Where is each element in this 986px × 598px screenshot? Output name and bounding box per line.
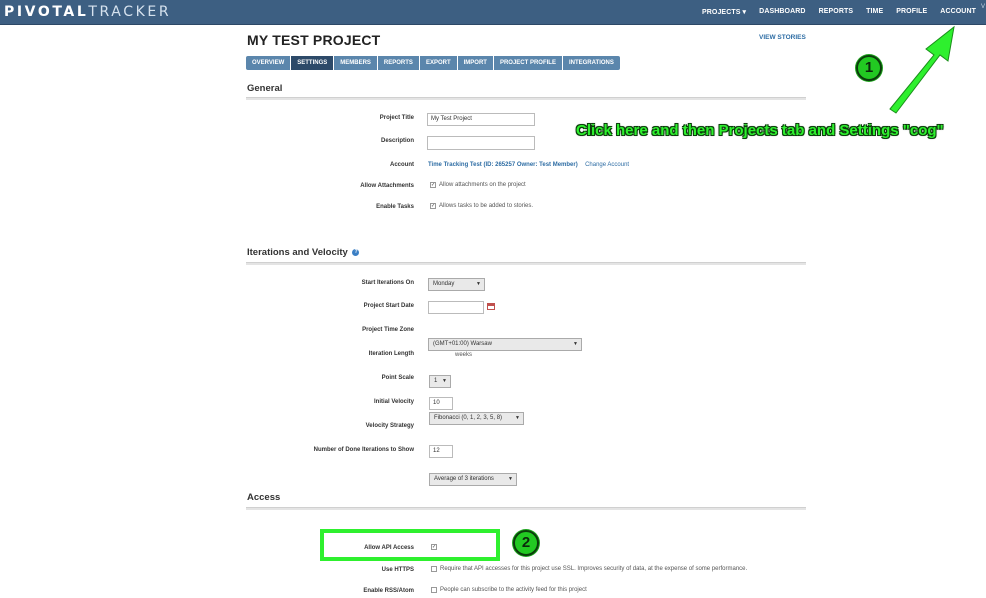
chevron-down-icon: ▼ xyxy=(442,378,447,384)
enable-tasks-text: Allows tasks to be added to stories. xyxy=(439,203,534,209)
velocity-strategy-label: Velocity Strategy xyxy=(365,423,414,429)
top-nav: PROJECTS ▾ DASHBOARD REPORTS TIME PROFIL… xyxy=(702,8,976,16)
use-https-label: Use HTTPS xyxy=(381,567,414,573)
point-scale-value: Fibonacci (0, 1, 2, 3, 5, 8) xyxy=(434,415,503,421)
iteration-length-unit: weeks xyxy=(455,352,473,358)
nav-projects[interactable]: PROJECTS ▾ xyxy=(702,8,746,16)
start-iterations-select[interactable]: Monday ▼ xyxy=(428,278,485,291)
initial-velocity-label: Initial Velocity xyxy=(373,399,414,405)
question-icon[interactable]: ? xyxy=(352,248,360,256)
change-account-link[interactable]: Change Account xyxy=(585,162,629,168)
allow-attachments-text: Allow attachments on the project xyxy=(439,182,526,188)
tab-integrations[interactable]: INTEGRATIONS xyxy=(562,56,620,70)
velocity-strategy-select[interactable]: Average of 3 iterations ▼ xyxy=(429,473,517,486)
point-scale-select[interactable]: Fibonacci (0, 1, 2, 3, 5, 8) ▼ xyxy=(429,412,524,425)
logo[interactable]: PIVOTALTRACKER xyxy=(4,4,171,20)
section-title-access: Access xyxy=(247,492,281,503)
use-https-row: Require that API accesses for this proje… xyxy=(431,566,747,572)
initial-velocity-input[interactable]: 10 xyxy=(429,397,453,410)
annotation-arrow xyxy=(889,25,955,114)
account-label: Account xyxy=(390,162,414,168)
enable-rss-checkbox[interactable] xyxy=(431,587,437,593)
use-https-checkbox[interactable] xyxy=(431,566,437,572)
page-title: MY TEST PROJECT xyxy=(247,32,381,48)
tab-import[interactable]: IMPORT xyxy=(457,56,494,70)
nav-reports[interactable]: REPORTS xyxy=(819,8,854,16)
done-iterations-input[interactable]: 12 xyxy=(429,445,453,458)
allow-attachments-label: Allow Attachments xyxy=(360,183,414,189)
enable-tasks-checkbox[interactable]: ✓ xyxy=(430,203,436,209)
time-zone-value: (GMT+01:00) Warsaw xyxy=(433,341,492,347)
enable-tasks-row: ✓ Allows tasks to be added to stories. xyxy=(430,203,533,209)
section-divider xyxy=(246,262,806,265)
iteration-length-select[interactable]: 1 ▼ xyxy=(429,375,451,388)
nav-time[interactable]: TIME xyxy=(866,8,883,16)
nav-account[interactable]: ACCOUNT xyxy=(940,8,976,16)
iteration-length-label: Iteration Length xyxy=(368,351,414,357)
top-bar: PIVOTALTRACKER PROJECTS ▾ DASHBOARD REPO… xyxy=(0,0,986,25)
time-zone-label: Project Time Zone xyxy=(362,327,414,333)
project-tabs: OVERVIEW SETTINGS MEMBERS REPORTS EXPORT… xyxy=(246,56,620,70)
view-stories-link[interactable]: VIEW STORIES xyxy=(759,34,806,41)
chevron-down-icon: ▼ xyxy=(508,476,513,482)
point-scale-label: Point Scale xyxy=(381,375,414,381)
section-title-general: General xyxy=(247,83,283,94)
done-iterations-label: Number of Done Iterations to Show xyxy=(313,447,414,453)
tab-reports[interactable]: REPORTS xyxy=(377,56,420,70)
start-date-label: Project Start Date xyxy=(363,303,414,309)
tab-settings[interactable]: SETTINGS xyxy=(291,56,335,70)
section-title-iterations: Iterations and Velocity ? xyxy=(247,247,360,258)
tab-project-profile[interactable]: PROJECT PROFILE xyxy=(493,56,563,70)
annotation-instruction: Click here and then Projects tab and Set… xyxy=(576,122,944,139)
nav-dashboard[interactable]: DASHBOARD xyxy=(759,8,805,16)
chevron-down-icon: ▼ xyxy=(476,281,481,287)
chevron-down-icon: ▼ xyxy=(515,415,520,421)
project-title-input[interactable]: My Test Project xyxy=(427,113,535,126)
enable-tasks-label: Enable Tasks xyxy=(376,204,414,210)
nav-profile[interactable]: PROFILE xyxy=(896,8,927,16)
tab-export[interactable]: EXPORT xyxy=(419,56,458,70)
logo-part-2: TRACKER xyxy=(88,4,172,20)
logo-part-1: PIVOTAL xyxy=(4,4,89,20)
start-iterations-label: Start Iterations On xyxy=(361,280,414,286)
velocity-strategy-value: Average of 3 iterations xyxy=(434,476,494,482)
annotation-arrow-shape xyxy=(889,25,955,114)
enable-rss-text: People can subscribe to the activity fee… xyxy=(440,587,587,593)
iteration-length-value: 1 xyxy=(434,378,438,384)
calendar-icon[interactable] xyxy=(487,303,495,310)
time-zone-select[interactable]: (GMT+01:00) Warsaw ▼ xyxy=(428,338,582,351)
tab-overview[interactable]: OVERVIEW xyxy=(246,56,292,70)
account-link[interactable]: Time Tracking Test (ID: 265257 Owner: Te… xyxy=(428,162,578,168)
description-label: Description xyxy=(380,138,414,144)
start-date-input[interactable] xyxy=(428,301,484,314)
step-2-badge: 2 xyxy=(513,530,539,556)
step-1-badge: 1 xyxy=(856,55,882,81)
highlight-box xyxy=(320,529,500,561)
chevron-down-icon: ▼ xyxy=(573,341,578,347)
enable-rss-label: Enable RSS/Atom xyxy=(363,588,414,594)
corner-mark: V xyxy=(980,4,985,10)
account-value: Time Tracking Test (ID: 265257 Owner: Te… xyxy=(428,162,629,168)
allow-attachments-row: ✓ Allow attachments on the project xyxy=(430,182,526,188)
section-divider xyxy=(246,507,806,510)
start-iterations-value: Monday xyxy=(433,281,455,287)
description-input[interactable] xyxy=(427,136,535,150)
project-title-label: Project Title xyxy=(379,115,414,121)
section-divider xyxy=(246,97,806,100)
app-window: PIVOTALTRACKER PROJECTS ▾ DASHBOARD REPO… xyxy=(0,0,986,598)
enable-rss-row: People can subscribe to the activity fee… xyxy=(431,587,587,593)
use-https-text: Require that API accesses for this proje… xyxy=(440,566,748,572)
allow-attachments-checkbox[interactable]: ✓ xyxy=(430,182,436,188)
iterations-title-text: Iterations and Velocity xyxy=(247,247,348,258)
tab-members[interactable]: MEMBERS xyxy=(334,56,378,70)
